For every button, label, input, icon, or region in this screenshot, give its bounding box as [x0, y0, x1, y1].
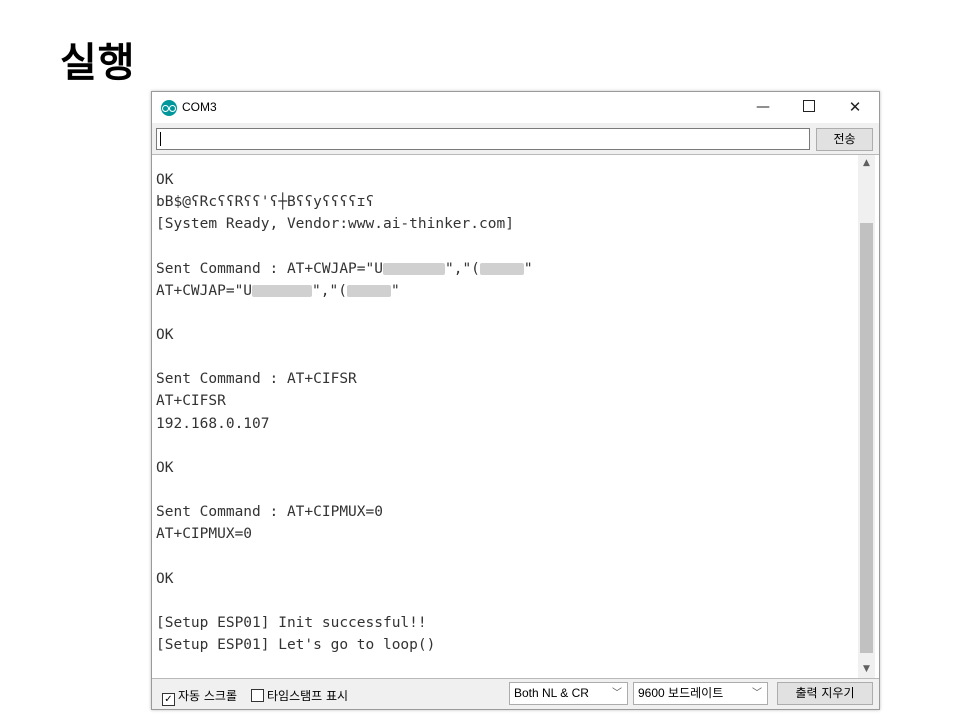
output-line-text: [System Ready, Vendor:www.ai-thinker.com…: [156, 216, 514, 233]
output-line-text: [Setup ESP01] Init successful!!: [156, 614, 427, 631]
output-line-text: Sent Command : AT+CIFSR: [156, 371, 357, 388]
checkbox-checked[interactable]: ✓: [162, 693, 175, 706]
output-lines: OK bB$@ʕRcʕʕRʕʕ'ʕ┼Bʕʕyʕʕʕʕɪʕ [System Ready…: [156, 169, 533, 656]
output-line: [System Ready, Vendor:www.ai-thinker.com…: [156, 213, 533, 235]
arduino-icon: [161, 100, 177, 116]
window-title: COM3: [182, 100, 217, 114]
output-line-text: ": [523, 260, 533, 277]
output-line: [156, 590, 533, 612]
output-line-text: ","(: [444, 260, 480, 277]
chevron-down-icon: ﹀: [752, 688, 762, 699]
output-line: [156, 435, 533, 457]
redacted-text: [252, 284, 313, 297]
output-line: Sent Command : AT+CWJAP="U ","( ": [156, 258, 533, 280]
output-line: AT+CIPMUX=0: [156, 523, 533, 545]
triangle-down-icon[interactable]: ▼: [858, 661, 875, 678]
output-line-text: Sent Command : AT+CIPMUX=0: [156, 504, 383, 521]
text-caret: [160, 132, 161, 146]
output-line-text: AT+CIPMUX=0: [156, 526, 253, 543]
scrollbar-thumb[interactable]: [860, 223, 873, 653]
close-button[interactable]: ✕: [832, 92, 878, 123]
autoscroll-label: 자동 스크롤: [178, 689, 238, 703]
output-line: OK: [156, 457, 533, 479]
output-line: Sent Command : AT+CIFSR: [156, 368, 533, 390]
status-bar: ✓ 자동 스크롤 타임스탬프 표시 Both NL & CR ﹀ 9600 보드레…: [152, 678, 879, 709]
minimize-button[interactable]: —: [740, 92, 786, 123]
vertical-scrollbar[interactable]: ▲ ▼: [858, 155, 875, 678]
output-line-text: OK: [156, 172, 174, 188]
output-line: [156, 235, 533, 257]
autoscroll-checkbox[interactable]: ✓ 자동 스크롤: [162, 687, 237, 706]
slide-title: 실행: [60, 40, 136, 86]
output-line: [156, 346, 533, 368]
serial-monitor-window: COM3 — ✕ 전송 OK bB$@ʕRcʕʕRʕʕ'ʕ┼Bʕʕyʕʕʕʕɪʕ […: [151, 91, 880, 710]
baud-rate-value: 9600 보드레이트: [638, 686, 724, 700]
baud-rate-select[interactable]: 9600 보드레이트 ﹀: [633, 682, 768, 705]
output-line: 192.168.0.107: [156, 413, 533, 435]
output-line-text: OK: [156, 459, 174, 476]
output-line: [156, 479, 533, 501]
send-input[interactable]: [156, 128, 810, 150]
redacted-text: [346, 284, 391, 297]
output-line-text: ": [390, 282, 400, 299]
serial-output[interactable]: OK bB$@ʕRcʕʕRʕʕ'ʕ┼Bʕʕyʕʕʕʕɪʕ [System Ready…: [152, 154, 879, 679]
output-line-text: bB$@ʕRcʕʕRʕʕ'ʕ┼Bʕʕyʕʕʕʕɪʕ: [156, 194, 375, 211]
maximize-button[interactable]: [786, 92, 832, 123]
output-line-text: [Setup ESP01] Let's go to loop(): [156, 636, 436, 653]
timestamp-label: 타임스탬프 표시: [267, 689, 349, 703]
output-line: bB$@ʕRcʕʕRʕʕ'ʕ┼Bʕʕyʕʕʕʕɪʕ: [156, 191, 533, 213]
line-ending-value: Both NL & CR: [514, 686, 589, 700]
output-line-text: ","(: [312, 282, 347, 299]
line-ending-select[interactable]: Both NL & CR ﹀: [509, 682, 628, 705]
output-line-text: AT+CWJAP="U: [156, 282, 253, 299]
output-line: [Setup ESP01] Init successful!!: [156, 612, 533, 634]
triangle-up-icon[interactable]: ▲: [858, 155, 875, 172]
title-bar[interactable]: COM3 — ✕: [152, 92, 879, 123]
output-line: [Setup ESP01] Let's go to loop(): [156, 634, 533, 656]
output-line: AT+CWJAP="U ","( ": [156, 280, 533, 302]
checkbox-unchecked[interactable]: [251, 689, 264, 702]
output-line: OK: [156, 324, 533, 346]
output-line-text: 192.168.0.107: [156, 415, 270, 432]
output-line-text: OK: [156, 326, 174, 343]
output-line: AT+CIFSR: [156, 390, 533, 412]
output-line: [156, 545, 533, 567]
output-line: OK: [156, 568, 533, 590]
output-line-text: Sent Command : AT+CWJAP="U: [156, 260, 383, 277]
output-line: [156, 302, 533, 324]
redacted-text: [382, 262, 445, 275]
output-line-text: OK: [156, 570, 174, 587]
output-line-text: AT+CIFSR: [156, 393, 226, 410]
redacted-text: [479, 262, 524, 275]
output-line: OK: [156, 169, 533, 191]
timestamp-checkbox[interactable]: 타임스탬프 표시: [251, 687, 348, 704]
output-line: Sent Command : AT+CIPMUX=0: [156, 501, 533, 523]
clear-output-button[interactable]: 출력 지우기: [777, 682, 873, 705]
maximize-icon: [803, 99, 815, 112]
chevron-down-icon: ﹀: [612, 688, 622, 699]
send-button[interactable]: 전송: [816, 128, 873, 151]
